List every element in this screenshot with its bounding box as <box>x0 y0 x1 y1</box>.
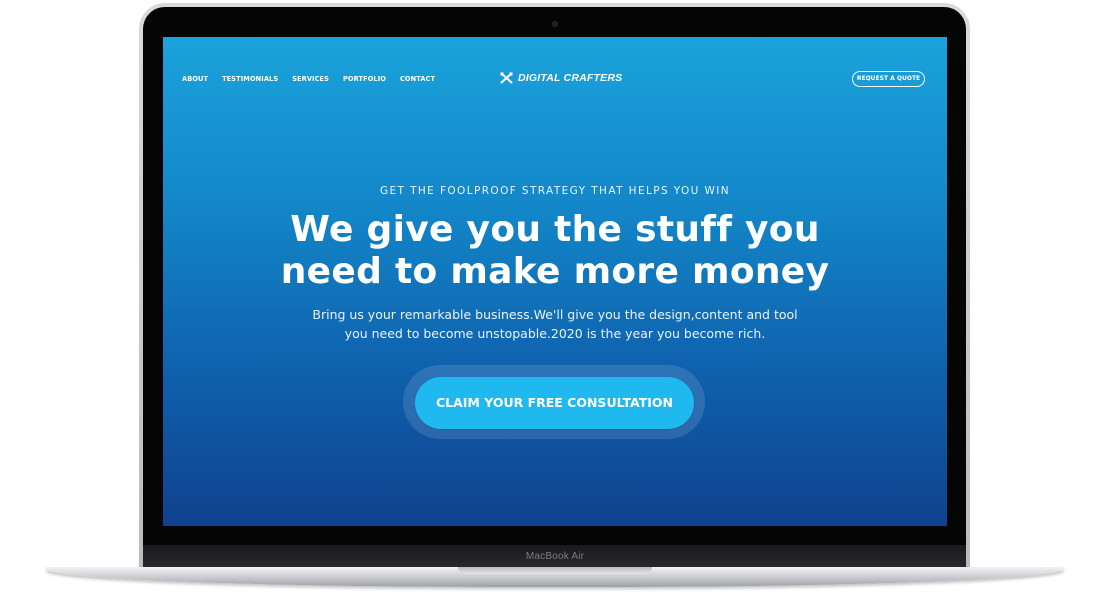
hero-headline-line-1: We give you the stuff you <box>290 209 820 250</box>
brand-logo[interactable]: DIGITAL CRAFTERS <box>500 72 622 84</box>
brand-name: DIGITAL CRAFTERS <box>518 72 623 84</box>
claim-consultation-button[interactable]: CLAIM YOUR FREE CONSULTATION <box>415 377 694 429</box>
hero-headline: We give you the stuff you need to make m… <box>163 209 947 293</box>
nav-link-services[interactable]: SERVICES <box>292 75 329 83</box>
hero-subtext-line-2: you need to become unstopable.2020 is th… <box>344 326 766 341</box>
laptop-mockup: ABOUT TESTIMONIALS SERVICES PORTFOLIO CO… <box>0 0 1110 598</box>
webcam <box>552 21 558 27</box>
hero-subtext-line-1: Bring us your remarkable business.We'll … <box>312 307 798 322</box>
nav-link-about[interactable]: ABOUT <box>182 75 208 83</box>
hero-headline-line-2: need to make more money <box>280 251 830 292</box>
main-nav: ABOUT TESTIMONIALS SERVICES PORTFOLIO CO… <box>182 75 435 83</box>
website-screen: ABOUT TESTIMONIALS SERVICES PORTFOLIO CO… <box>163 37 947 526</box>
nav-link-testimonials[interactable]: TESTIMONIALS <box>222 75 278 83</box>
nav-link-portfolio[interactable]: PORTFOLIO <box>343 75 386 83</box>
device-model-label: MacBook Air <box>525 551 585 562</box>
hero-eyebrow: GET THE FOOLPROOF STRATEGY THAT HELPS YO… <box>379 185 731 197</box>
nav-link-contact[interactable]: CONTACT <box>400 75 435 83</box>
hero-subtext: Bring us your remarkable business.We'll … <box>163 305 947 343</box>
request-quote-button[interactable]: REQUEST A QUOTE <box>852 71 925 87</box>
crossed-tools-icon <box>500 72 513 84</box>
laptop-opening-notch <box>458 567 652 574</box>
